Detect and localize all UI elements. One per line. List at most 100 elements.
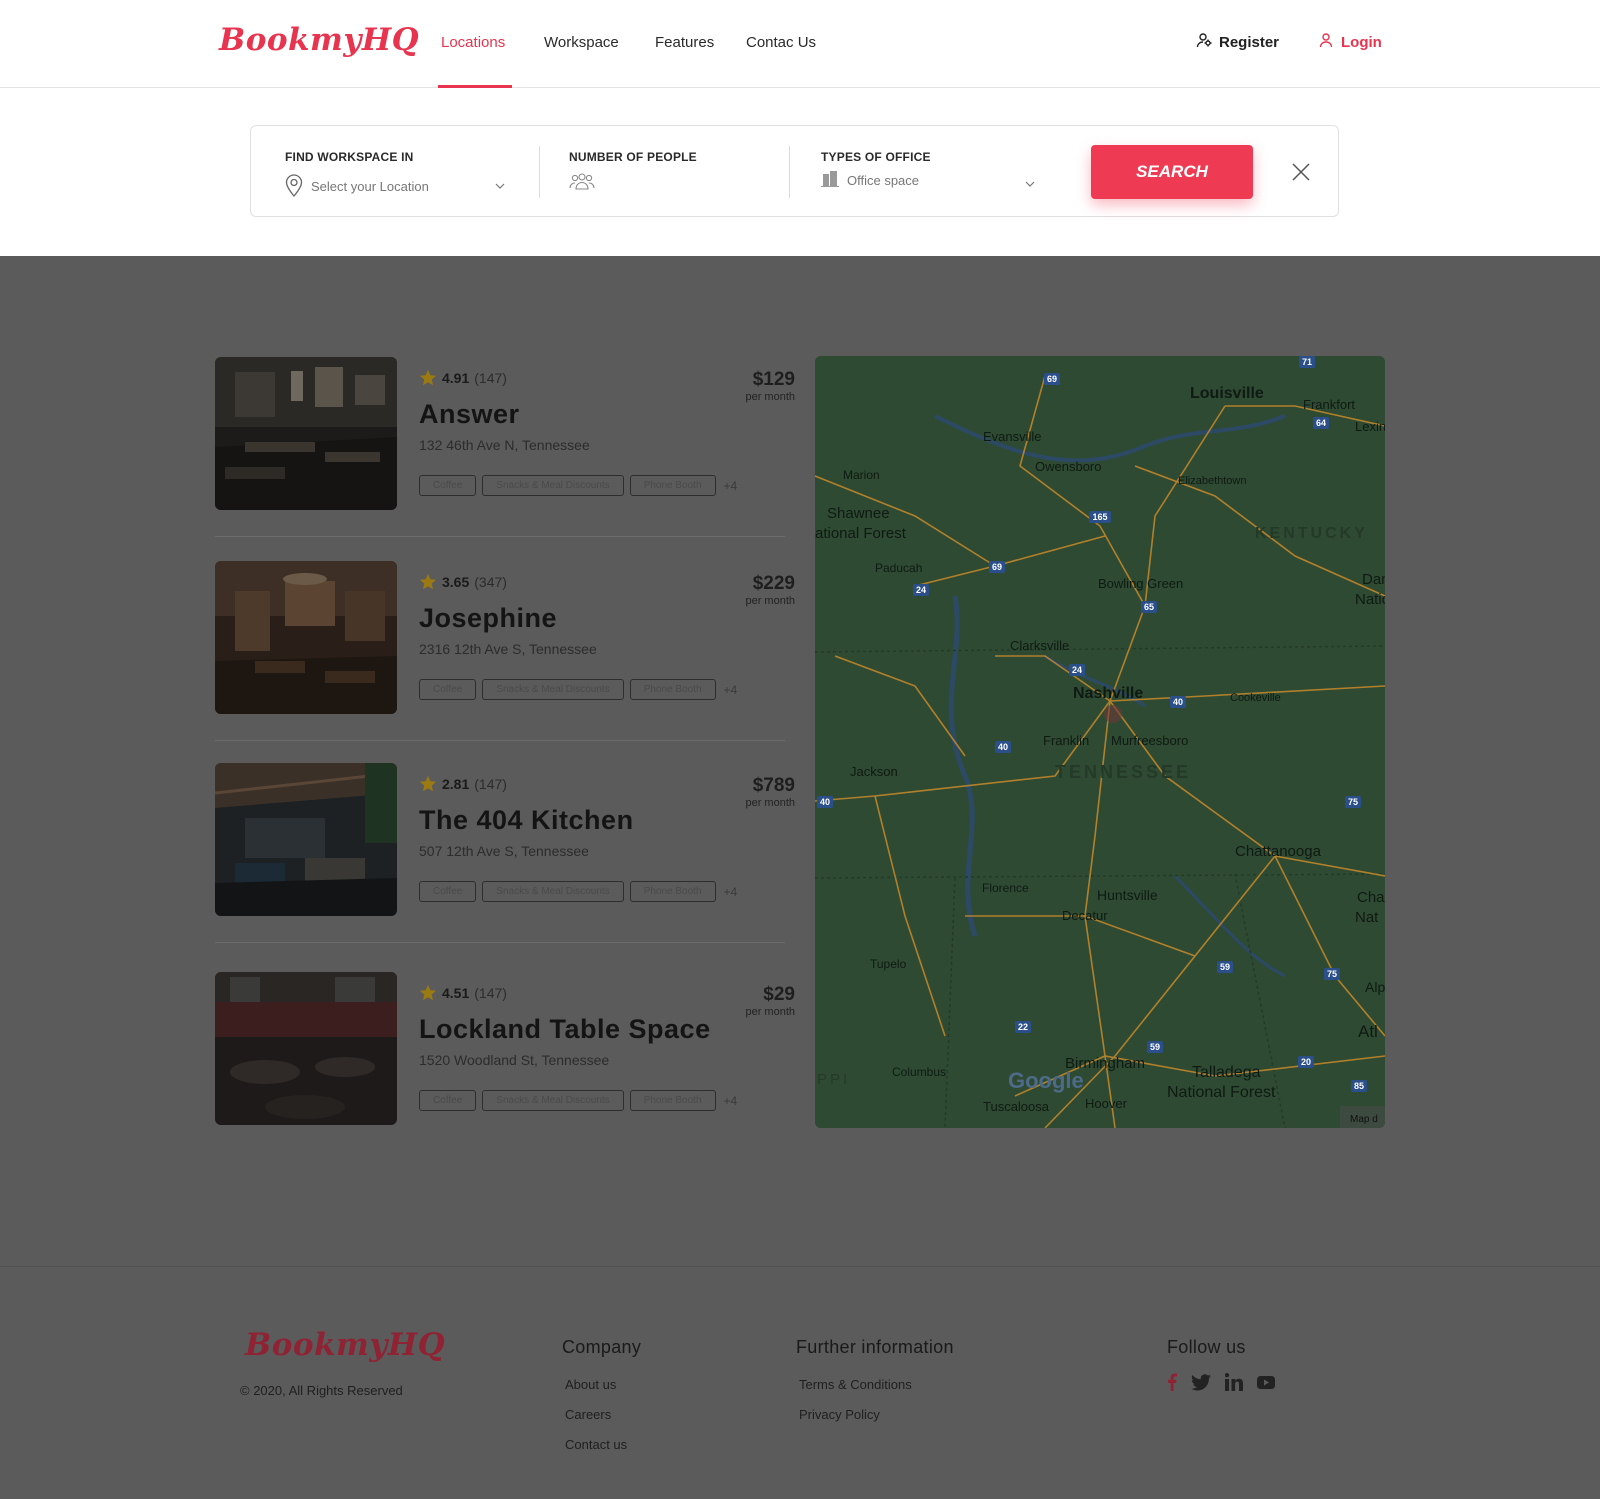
amenity-tag: Phone Booth — [629, 475, 716, 496]
listing-card[interactable]: 2.81 (147) The 404 Kitchen 507 12th Ave … — [215, 763, 795, 923]
highway-shield: 59 — [1220, 962, 1230, 972]
nav-workspace[interactable]: Workspace — [544, 34, 619, 51]
rating-score: 2.81 — [442, 776, 470, 792]
footer-link-about[interactable]: About us — [565, 1377, 616, 1392]
highway-shield: 24 — [916, 585, 926, 595]
footer-link-terms[interactable]: Terms & Conditions — [799, 1377, 912, 1392]
footer: BookmyHQ © 2020, All Rights Reserved Com… — [0, 1266, 1600, 1499]
map-label: KENTUCKY — [1255, 525, 1368, 542]
map-label: Murfreesboro — [1111, 733, 1188, 748]
office-chevron-down-icon[interactable] — [1024, 178, 1036, 190]
more-amenities[interactable]: +4 — [724, 683, 738, 697]
listing-photo[interactable] — [215, 763, 397, 916]
listing-price: $29 per month — [745, 984, 795, 1018]
review-count: (347) — [474, 574, 507, 590]
rating: 3.65 (347) — [419, 573, 507, 591]
amenity-tags: Coffee Snacks & Meal Discounts Phone Boo… — [419, 679, 737, 700]
listing-card[interactable]: 4.91 (147) Answer 132 46th Ave N, Tennes… — [215, 357, 795, 517]
map-label: Alp — [1365, 979, 1385, 995]
map[interactable]: 69 71 64 165 69 24 65 24 40 40 40 75 59 … — [815, 356, 1385, 1128]
location-chevron-down-icon[interactable] — [494, 180, 506, 192]
footer-link-privacy[interactable]: Privacy Policy — [799, 1407, 880, 1422]
listing-card[interactable]: 3.65 (347) Josephine 2316 12th Ave S, Te… — [215, 561, 795, 721]
office-type-label: TYPES OF OFFICE — [821, 150, 931, 164]
listing-title[interactable]: Josephine — [419, 603, 557, 634]
map-label: Cookeville — [1230, 692, 1281, 704]
amenity-tag: Snacks & Meal Discounts — [482, 881, 624, 902]
linkedin-icon[interactable] — [1224, 1373, 1243, 1396]
price-period: per month — [745, 1006, 795, 1018]
map-label: Lexing — [1355, 419, 1385, 434]
amenity-tag: Coffee — [419, 1090, 477, 1111]
close-icon[interactable] — [1291, 162, 1311, 182]
active-nav-underline — [438, 85, 512, 88]
map-label: Nashville — [1073, 685, 1143, 702]
footer-link-careers[interactable]: Careers — [565, 1407, 611, 1422]
star-icon — [419, 984, 437, 1001]
search-bar: FIND WORKSPACE IN Select your Location N… — [250, 125, 1339, 217]
facebook-icon[interactable] — [1167, 1373, 1177, 1396]
highway-shield: 85 — [1354, 1081, 1364, 1091]
google-logo: Google — [1008, 1068, 1084, 1093]
listing-title[interactable]: Lockland Table Space — [419, 1014, 711, 1045]
login-button[interactable]: Login — [1318, 32, 1382, 52]
footer-heading-further: Further information — [796, 1337, 954, 1357]
twitter-icon[interactable] — [1191, 1373, 1211, 1396]
highway-shield: 64 — [1316, 418, 1326, 428]
rating: 4.51 (147) — [419, 984, 507, 1002]
footer-link-contact[interactable]: Contact us — [565, 1437, 627, 1452]
youtube-icon[interactable] — [1257, 1375, 1275, 1394]
logo[interactable]: BookmyHQ — [219, 22, 419, 58]
nav-contact[interactable]: Contac Us — [746, 34, 816, 51]
footer-logo[interactable]: BookmyHQ — [245, 1327, 445, 1363]
listing-title[interactable]: The 404 Kitchen — [419, 805, 634, 836]
map-label: Louisville — [1190, 385, 1264, 402]
listing-photo[interactable] — [215, 561, 397, 714]
price-period: per month — [745, 595, 795, 607]
top-header: BookmyHQ Locations Workspace Features Co… — [0, 0, 1600, 88]
nav-locations[interactable]: Locations — [441, 34, 505, 51]
location-placeholder: Select your Location — [311, 179, 429, 194]
highway-shield: 69 — [1047, 374, 1057, 384]
amenity-tag: Snacks & Meal Discounts — [482, 475, 624, 496]
map-label: Atl — [1358, 1022, 1378, 1041]
location-select[interactable]: Select your Location — [285, 173, 429, 200]
listing-photo[interactable] — [215, 972, 397, 1125]
listing-photo[interactable] — [215, 357, 397, 510]
people-input[interactable] — [569, 172, 595, 193]
user-icon — [1318, 32, 1334, 52]
rating: 4.91 (147) — [419, 369, 507, 387]
more-amenities[interactable]: +4 — [724, 1094, 738, 1108]
divider — [539, 146, 540, 198]
highway-shield: 75 — [1348, 797, 1358, 807]
people-label: NUMBER OF PEOPLE — [569, 150, 697, 164]
map-label: Clarksville — [1010, 638, 1069, 653]
map-label: PPI — [817, 1071, 850, 1088]
search-button[interactable]: SEARCH — [1091, 145, 1253, 199]
highway-shield: 59 — [1150, 1042, 1160, 1052]
highway-shield: 71 — [1302, 357, 1312, 367]
nav-features[interactable]: Features — [655, 34, 714, 51]
location-label: FIND WORKSPACE IN — [285, 150, 414, 164]
more-amenities[interactable]: +4 — [724, 479, 738, 493]
listing-title[interactable]: Answer — [419, 399, 520, 430]
listing-card[interactable]: 4.51 (147) Lockland Table Space 1520 Woo… — [215, 972, 795, 1132]
results-section: 4.91 (147) Answer 132 46th Ave N, Tennes… — [0, 256, 1600, 1266]
map-label: Talladega — [1192, 1064, 1261, 1081]
star-icon — [419, 573, 437, 590]
map-label: Elizabethtown — [1178, 475, 1247, 487]
highway-shield: 69 — [992, 562, 1002, 572]
amenity-tag: Coffee — [419, 679, 477, 700]
map-credit: Map d — [1350, 1114, 1378, 1125]
office-type-select[interactable]: Office space — [821, 171, 919, 190]
map-label: Decatur — [1062, 908, 1108, 923]
map-label: Frankfort — [1303, 397, 1355, 412]
register-button[interactable]: Register — [1196, 32, 1279, 52]
map-label: Marion — [843, 468, 880, 482]
listing-price: $229 per month — [745, 573, 795, 607]
more-amenities[interactable]: +4 — [724, 885, 738, 899]
amenity-tags: Coffee Snacks & Meal Discounts Phone Boo… — [419, 881, 737, 902]
divider — [215, 942, 785, 943]
map-label: National Forest — [1167, 1084, 1276, 1101]
map-label: TENNESSEE — [1055, 762, 1191, 782]
